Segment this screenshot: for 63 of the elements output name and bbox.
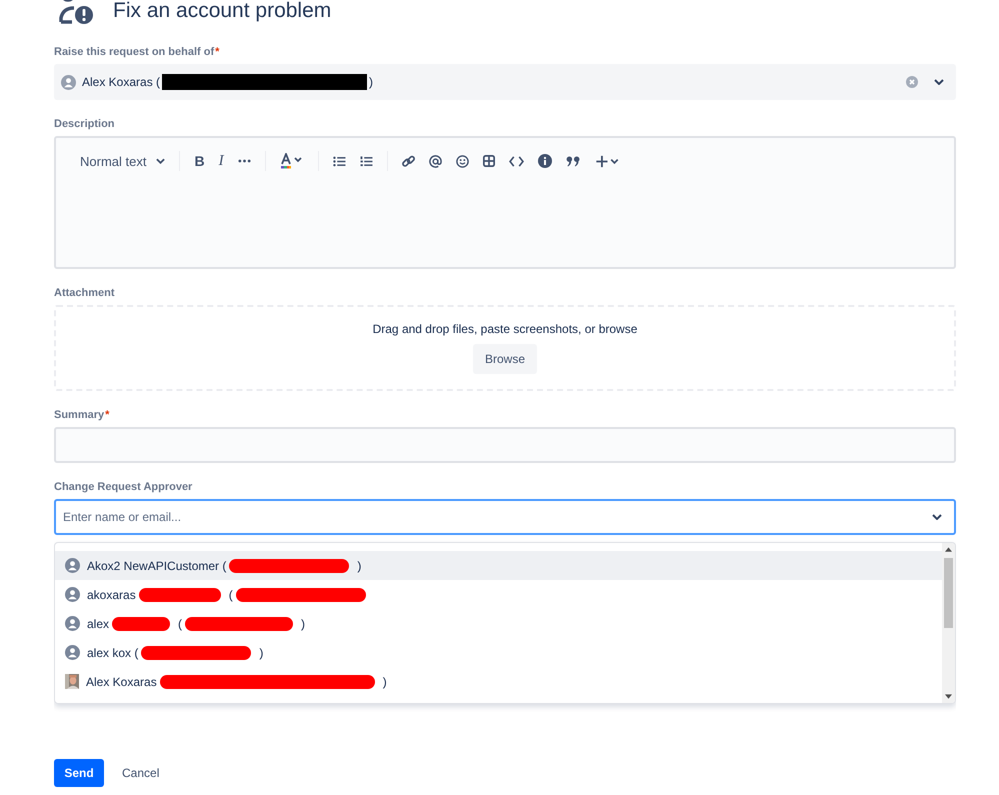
required-asterisk: * <box>215 46 220 59</box>
bullet-list-icon[interactable] <box>332 156 346 166</box>
scroll-down-icon[interactable] <box>945 694 952 699</box>
field-label: Change Request Approver <box>54 481 192 494</box>
user-option[interactable]: alex kox ( ) <box>55 638 942 667</box>
scroll-up-icon[interactable] <box>945 547 952 552</box>
avatar-icon <box>65 645 80 660</box>
option-text: alex kox ( <box>87 646 138 660</box>
option-text: ) <box>382 674 387 688</box>
user-option[interactable]: akoxaras ( <box>55 580 942 609</box>
option-text: alex <box>87 616 110 630</box>
browse-button[interactable]: Browse <box>472 344 537 374</box>
text-color-icon[interactable] <box>280 153 304 169</box>
user-option[interactable]: alex ( ) <box>55 609 942 638</box>
link-icon[interactable] <box>402 154 415 168</box>
field-label: Summary <box>54 409 104 422</box>
approver-input[interactable]: Enter name or email... <box>54 499 956 535</box>
send-button[interactable]: Send <box>54 759 104 787</box>
cancel-button[interactable]: Cancel <box>108 759 174 787</box>
field-label: Raise this request on behalf of <box>54 46 214 59</box>
option-text: ) <box>357 558 362 572</box>
rich-text-editor[interactable]: Normal text B I <box>54 136 956 269</box>
person-alert-icon <box>58 0 94 26</box>
quote-icon[interactable] <box>566 156 581 166</box>
option-text: ) <box>301 616 306 630</box>
more-icon[interactable] <box>238 159 251 163</box>
page-title: Fix an account problem <box>113 0 332 23</box>
chevron-down-icon[interactable] <box>932 514 942 520</box>
option-text: ( <box>178 616 182 630</box>
scrollbar[interactable] <box>942 543 955 703</box>
field-label: Attachment <box>54 287 115 300</box>
user-option[interactable]: Alex Koxaras ) <box>55 667 942 696</box>
user-option[interactable]: Akox2 NewAPICustomer ( ) <box>55 551 942 580</box>
code-icon[interactable] <box>508 156 524 166</box>
option-text: Alex Koxaras <box>86 674 157 688</box>
redaction-bar <box>112 616 170 630</box>
numbered-list-icon[interactable] <box>360 156 373 166</box>
avatar-icon <box>65 616 80 631</box>
chevron-down-icon[interactable] <box>934 79 944 85</box>
file-dropzone[interactable]: Drag and drop files, paste screenshots, or browse Browse <box>54 305 956 391</box>
required-asterisk: * <box>105 409 110 422</box>
dropzone-hint: Drag and drop files, paste screenshots, or browse <box>372 322 638 336</box>
option-text: Akox2 NewAPICustomer ( <box>87 558 226 572</box>
avatar-icon <box>65 587 80 602</box>
selected-user-text: ) <box>369 75 374 89</box>
avatar-icon <box>65 558 80 573</box>
italic-button[interactable]: I <box>218 152 224 170</box>
table-icon[interactable] <box>482 155 495 167</box>
reporter-select[interactable]: Alex Koxaras ( ) <box>54 64 956 100</box>
bold-button[interactable]: B <box>194 153 205 169</box>
mention-icon[interactable] <box>428 154 442 168</box>
emoji-icon[interactable] <box>456 154 469 168</box>
option-text: ( <box>228 588 233 602</box>
text-style-dropdown[interactable]: Normal text <box>80 154 166 168</box>
summary-input[interactable] <box>54 427 956 463</box>
info-icon[interactable] <box>538 154 552 168</box>
option-text: ) <box>259 646 264 660</box>
option-text: akoxaras <box>87 588 136 602</box>
plus-icon[interactable] <box>594 154 620 168</box>
chevron-down-icon <box>156 158 166 164</box>
field-label: Description <box>54 118 115 131</box>
selected-user-text: Alex Koxaras ( <box>82 75 160 89</box>
avatar-icon <box>61 74 76 90</box>
